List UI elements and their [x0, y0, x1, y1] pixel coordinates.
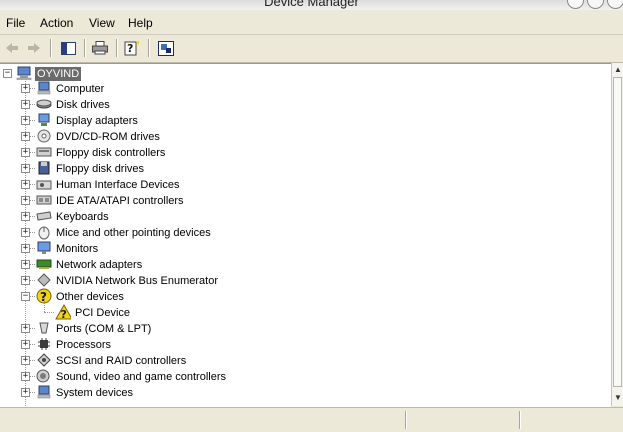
menu-file[interactable]: File	[6, 16, 25, 30]
tree-item-label[interactable]: NVIDIA Network Bus Enumerator	[56, 274, 218, 288]
tree-item-label[interactable]: Processors	[56, 338, 111, 352]
tree-expand-toggle[interactable]: +	[21, 164, 30, 173]
keyboard-icon	[36, 208, 52, 224]
window-title: Device Manager	[264, 0, 359, 9]
tree-item-label[interactable]: Mice and other pointing devices	[56, 226, 211, 240]
tree-item-label[interactable]: Floppy disk controllers	[56, 146, 165, 160]
tree-expand-toggle[interactable]: +	[21, 244, 30, 253]
tree-expand-toggle[interactable]: +	[21, 212, 30, 221]
tree-item-label[interactable]: Sound, video and game controllers	[56, 370, 226, 384]
back-icon[interactable]	[2, 38, 22, 58]
menu-help[interactable]: Help	[128, 16, 153, 30]
warning-device-icon: ?	[55, 304, 71, 320]
sound-icon	[36, 368, 52, 384]
print-icon[interactable]	[90, 38, 110, 58]
tree-expand-toggle[interactable]: +	[21, 276, 30, 285]
tree-expand-toggle[interactable]: +	[21, 228, 30, 237]
tree-expand-toggle[interactable]: +	[21, 372, 30, 381]
tree-expand-toggle[interactable]: +	[21, 196, 30, 205]
root-collapse-toggle[interactable]: −	[3, 69, 12, 78]
forward-icon[interactable]	[24, 38, 44, 58]
computer-icon	[36, 80, 52, 96]
svg-text:?: ?	[127, 42, 133, 55]
display-adapter-icon	[36, 112, 52, 128]
floppy-drive-icon	[36, 160, 52, 176]
vertical-scrollbar[interactable]: ▲ ▼	[611, 63, 623, 406]
ide-controller-icon	[36, 192, 52, 208]
network-adapter-icon	[36, 256, 52, 272]
mouse-icon	[36, 224, 52, 240]
tree-item-label[interactable]: Disk drives	[56, 98, 110, 112]
toolbar: ?	[0, 35, 623, 63]
menu-view[interactable]: View	[89, 16, 115, 30]
tree-expand-toggle[interactable]: +	[21, 180, 30, 189]
tree-expand-toggle[interactable]: +	[21, 100, 30, 109]
tree-item-label[interactable]: Other devices	[56, 290, 124, 304]
tree-item-label[interactable]: Ports (COM & LPT)	[56, 322, 151, 336]
tree-item-label[interactable]: Computer	[56, 82, 104, 96]
scroll-up-icon[interactable]: ▲	[613, 65, 623, 75]
title-bar: Device Manager	[0, 0, 623, 10]
device-tree[interactable]: − OYVIND + Computer + Disk drives + Display a…	[0, 63, 611, 407]
tree-item-label[interactable]: Network adapters	[56, 258, 142, 272]
tree-item-label[interactable]: Human Interface Devices	[56, 178, 180, 192]
svg-text:?: ?	[61, 308, 67, 320]
tree-expand-toggle[interactable]: +	[21, 388, 30, 397]
scroll-thumb[interactable]	[613, 77, 622, 387]
menu-action[interactable]: Action	[40, 16, 73, 30]
tree-item-label[interactable]: IDE ATA/ATAPI controllers	[56, 194, 184, 208]
tree-expand-toggle[interactable]: +	[21, 148, 30, 157]
tree-expand-toggle[interactable]: +	[21, 84, 30, 93]
monitor-icon	[36, 240, 52, 256]
cdrom-icon	[36, 128, 52, 144]
tree-item-label[interactable]: Monitors	[56, 242, 98, 256]
tree-expand-toggle[interactable]: +	[21, 340, 30, 349]
tree-expand-toggle[interactable]: +	[21, 132, 30, 141]
system-device-icon	[36, 384, 52, 400]
help-icon[interactable]: ?	[122, 38, 142, 58]
tree-expand-toggle[interactable]: +	[21, 324, 30, 333]
port-icon	[36, 320, 52, 336]
bus-enumerator-icon	[36, 272, 52, 288]
menu-bar: File Action View Help	[0, 12, 623, 35]
scsi-icon	[36, 352, 52, 368]
hid-icon	[36, 176, 52, 192]
show-hide-tree-icon[interactable]	[58, 38, 78, 58]
tree-expand-toggle[interactable]: −	[21, 292, 30, 301]
disk-drive-icon	[36, 96, 52, 112]
floppy-controller-icon	[36, 144, 52, 160]
tree-item-label[interactable]: System devices	[56, 386, 133, 400]
tree-expand-toggle[interactable]: +	[21, 116, 30, 125]
computer-icon	[16, 65, 32, 81]
properties-icon[interactable]	[156, 38, 176, 58]
tree-item-label[interactable]: DVD/CD-ROM drives	[56, 130, 160, 144]
tree-expand-toggle[interactable]: +	[21, 356, 30, 365]
tree-root-label[interactable]: OYVIND	[35, 67, 82, 81]
tree-expand-toggle[interactable]: +	[21, 260, 30, 269]
status-bar	[0, 407, 623, 432]
tree-child-label[interactable]: PCI Device	[75, 306, 130, 320]
processor-icon	[36, 336, 52, 352]
tree-item-label[interactable]: SCSI and RAID controllers	[56, 354, 186, 368]
tree-item-label[interactable]: Keyboards	[56, 210, 109, 224]
tree-item-label[interactable]: Floppy disk drives	[56, 162, 144, 176]
tree-item-label[interactable]: Display adapters	[56, 114, 138, 128]
scroll-down-icon[interactable]: ▼	[613, 393, 623, 403]
